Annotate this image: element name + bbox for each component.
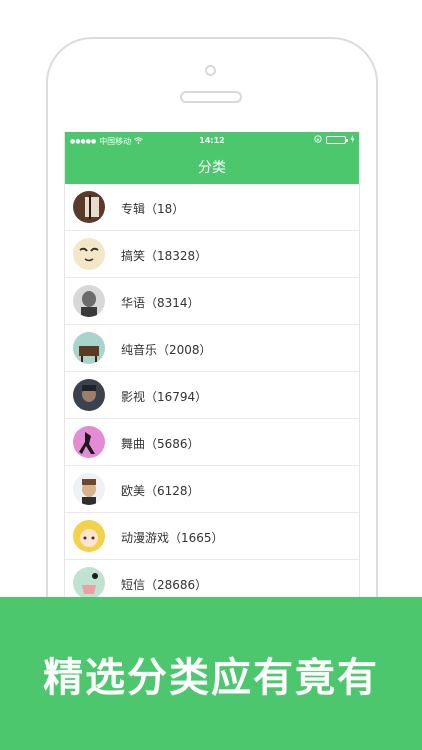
category-label: 舞曲（5686） bbox=[121, 437, 200, 451]
promo-banner: 精选分类应有竟有 bbox=[0, 597, 422, 750]
category-row-album[interactable]: 专辑（18） bbox=[65, 184, 359, 231]
category-label: 影视（16794） bbox=[121, 390, 208, 404]
category-label: 纯音乐（2008） bbox=[121, 343, 212, 357]
page-title: 分类 bbox=[198, 160, 226, 176]
front-camera bbox=[205, 65, 216, 76]
dance-avatar bbox=[73, 426, 105, 458]
chinese-pop-avatar bbox=[73, 285, 105, 317]
anime-games-avatar bbox=[73, 520, 105, 552]
rotation-lock-icon bbox=[314, 135, 322, 145]
film-tv-avatar bbox=[73, 379, 105, 411]
category-row-western[interactable]: 欧美（6128） bbox=[65, 466, 359, 513]
category-label: 专辑（18） bbox=[121, 202, 185, 216]
category-row-sms[interactable]: 短信（28686） bbox=[65, 560, 359, 598]
category-label: 搞笑（18328） bbox=[121, 249, 208, 263]
phone-screen: ●●●●● 中国移动 14:12 分类 专辑（18） 搞笑（18328） 华语（… bbox=[64, 132, 360, 598]
category-row-comedy[interactable]: 搞笑（18328） bbox=[65, 231, 359, 278]
category-row-chinese-pop[interactable]: 华语（8314） bbox=[65, 278, 359, 325]
category-label: 欧美（6128） bbox=[121, 484, 200, 498]
battery-icon bbox=[326, 136, 348, 144]
category-label: 短信（28686） bbox=[121, 578, 208, 592]
charging-icon bbox=[350, 135, 355, 145]
category-row-dance[interactable]: 舞曲（5686） bbox=[65, 419, 359, 466]
category-row-film-tv[interactable]: 影视（16794） bbox=[65, 372, 359, 419]
comedy-avatar bbox=[73, 238, 105, 270]
earpiece-speaker bbox=[180, 91, 242, 103]
status-right bbox=[314, 135, 355, 145]
category-row-pure-music[interactable]: 纯音乐（2008） bbox=[65, 325, 359, 372]
nav-bar: 分类 bbox=[65, 150, 359, 184]
category-row-anime-games[interactable]: 动漫游戏（1665） bbox=[65, 513, 359, 560]
pure-music-avatar bbox=[73, 332, 105, 364]
sms-avatar bbox=[73, 567, 105, 598]
category-label: 动漫游戏（1665） bbox=[121, 531, 224, 545]
category-label: 华语（8314） bbox=[121, 296, 200, 310]
banner-text: 精选分类应有竟有 bbox=[43, 654, 379, 701]
album-avatar bbox=[73, 191, 105, 223]
western-avatar bbox=[73, 473, 105, 505]
status-bar: ●●●●● 中国移动 14:12 bbox=[65, 132, 359, 150]
category-list: 专辑（18） 搞笑（18328） 华语（8314） 纯音乐（2008） 影视（1… bbox=[65, 184, 359, 598]
